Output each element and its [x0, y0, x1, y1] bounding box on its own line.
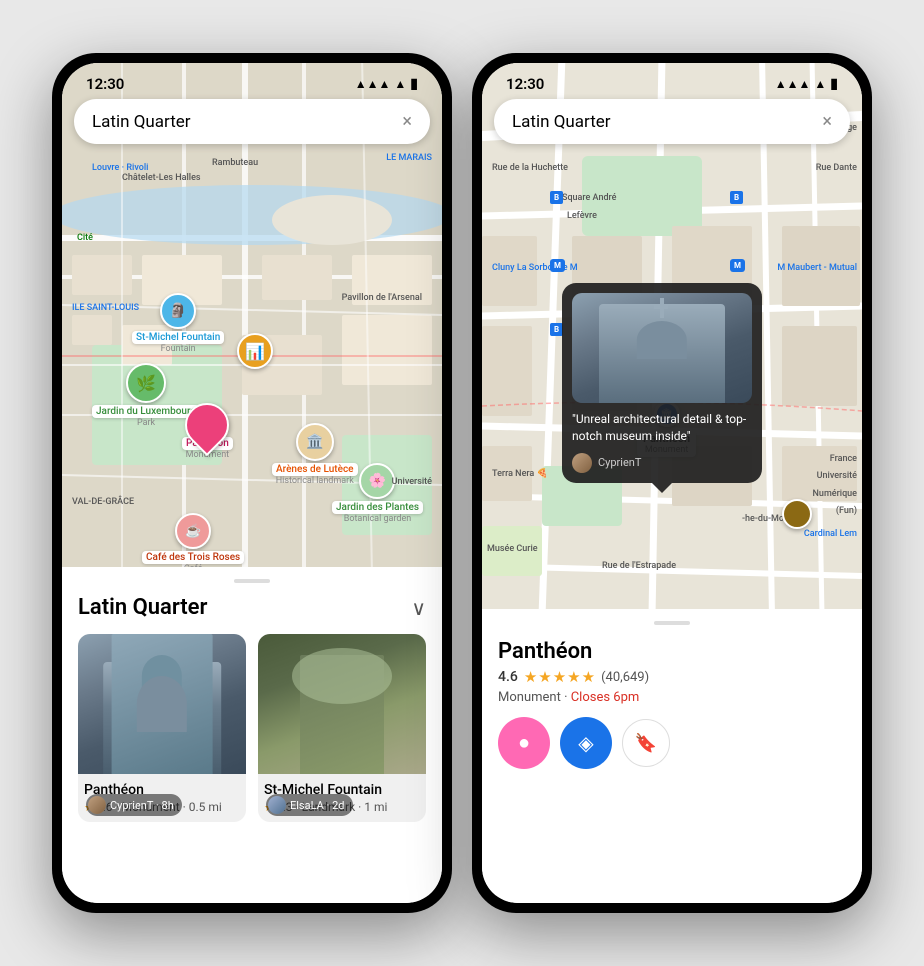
- sheet-title: Latin Quarter: [78, 595, 207, 620]
- panel-actions: ● ◈ 🔖: [498, 717, 846, 769]
- wifi-icon-2: ▲: [814, 77, 826, 91]
- status-bar-2: 12:30 ▲▲▲ ▲ ▮: [482, 63, 862, 97]
- bottom-sheet-1: Latin Quarter ∨: [62, 567, 442, 903]
- pin-jardin-plantes[interactable]: 🌸 Jardin des Plantes Botanical garden: [332, 463, 423, 524]
- card-fountain[interactable]: ElsaLA · 2d St-Michel Fountain ★ 4.3 · L…: [258, 634, 426, 822]
- action-btn-pink[interactable]: ●: [498, 717, 550, 769]
- pin-cafe-sub: Café: [184, 564, 203, 567]
- star-4: ★: [567, 668, 580, 686]
- phone-1-map[interactable]: 12:30 ▲▲▲ ▲ ▮ Latin Quarter × Louvre · R…: [62, 63, 442, 567]
- bus-2: B: [730, 191, 743, 204]
- phones-container: 12:30 ▲▲▲ ▲ ▮ Latin Quarter × Louvre · R…: [32, 33, 892, 933]
- time-1: 12:30: [86, 75, 124, 93]
- bus-1: B: [550, 191, 563, 204]
- card-user-cyprien: CyprienT · 8h: [110, 799, 174, 812]
- metro-maubert: M: [730, 259, 745, 272]
- star-3: ★: [553, 668, 566, 686]
- bottom-panel-2: Panthéon 4.6 ★ ★ ★ ★ ★ (40,649) Monument…: [482, 609, 862, 903]
- pin-pantheon[interactable]: Panthéon Monument: [182, 403, 233, 460]
- callout-user: CyprienT: [572, 453, 752, 473]
- status-bar-1: 12:30 ▲▲▲ ▲ ▮: [62, 63, 442, 97]
- search-query-2: Latin Quarter: [512, 112, 611, 132]
- stars-row: ★ ★ ★ ★ ★: [524, 668, 595, 686]
- callout-card[interactable]: "Unreal architectural detail & top-notch…: [562, 283, 762, 483]
- card-avatar-elsa: [268, 796, 286, 814]
- card-pantheon-user-badge: CyprienT · 8h: [86, 794, 182, 816]
- time-2: 12:30: [506, 75, 544, 93]
- panel-rating-value: 4.6: [498, 669, 518, 685]
- panel-meta: Monument · Closes 6pm: [498, 690, 846, 705]
- callout-img: [572, 293, 752, 403]
- search-bar-2[interactable]: Latin Quarter ×: [494, 99, 850, 144]
- pin-st-michel[interactable]: 🗿 St-Michel Fountain Fountain: [132, 293, 224, 354]
- phone-2: 12:30 ▲▲▲ ▲ ▮ Latin Quarter × Rue de la …: [472, 53, 872, 913]
- pin-jardin-sub: Park: [137, 418, 155, 428]
- battery-icon-1: ▮: [410, 76, 418, 92]
- card-avatar-cyprien: [88, 796, 106, 814]
- pin-st-michel-label: St-Michel Fountain: [132, 331, 224, 344]
- pin-cafe[interactable]: ☕ Café des Trois Roses Café: [142, 513, 244, 567]
- signal-icon-2: ▲▲▲: [775, 77, 811, 91]
- cardinal-marker[interactable]: [782, 499, 812, 529]
- sheet-chevron[interactable]: ∨: [411, 596, 426, 620]
- phone-2-inner: 12:30 ▲▲▲ ▲ ▮ Latin Quarter × Rue de la …: [482, 63, 862, 903]
- pink-btn-icon: ●: [518, 732, 530, 755]
- panel-handle: [654, 621, 690, 625]
- search-query-1: Latin Quarter: [92, 112, 191, 132]
- callout-avatar: [572, 453, 592, 473]
- card-pantheon-img: [78, 634, 246, 774]
- sheet-handle-1: [234, 579, 270, 583]
- panel-rating-row: 4.6 ★ ★ ★ ★ ★ (40,649): [498, 668, 846, 686]
- phone-1: 12:30 ▲▲▲ ▲ ▮ Latin Quarter × Louvre · R…: [52, 53, 452, 913]
- panel-reviews: (40,649): [601, 670, 649, 685]
- panel-place-name: Panthéon: [498, 639, 846, 664]
- panel-type: Monument: [498, 690, 561, 705]
- signal-icon-1: ▲▲▲: [355, 77, 391, 91]
- card-user-elsa: ElsaLA · 2d: [290, 799, 345, 812]
- card-fountain-user-badge: ElsaLA · 2d: [266, 794, 353, 816]
- card-fountain-img: [258, 634, 426, 774]
- callout-username: CyprienT: [598, 456, 641, 469]
- sheet-title-row: Latin Quarter ∨: [78, 595, 426, 620]
- card-pantheon[interactable]: CyprienT · 8h Panthéon ★ 4.6 · Monument …: [78, 634, 246, 822]
- panel-closes: Closes 6pm: [571, 690, 640, 705]
- star-1: ★: [524, 668, 537, 686]
- callout-arrow: [652, 483, 672, 493]
- phone-2-map[interactable]: 12:30 ▲▲▲ ▲ ▮ Latin Quarter × Rue de la …: [482, 63, 862, 609]
- star-5: ★: [582, 668, 595, 686]
- data-badge[interactable]: 📊: [237, 333, 273, 369]
- pin-cafe-label: Café des Trois Roses: [142, 551, 244, 564]
- status-icons-1: ▲▲▲ ▲ ▮: [355, 76, 418, 92]
- status-icons-2: ▲▲▲ ▲ ▮: [775, 76, 838, 92]
- directions-icon: ◈: [578, 731, 593, 756]
- pin-plantes-sub: Botanical garden: [344, 514, 412, 524]
- pin-plantes-label: Jardin des Plantes: [332, 501, 423, 514]
- star-2: ★: [538, 668, 551, 686]
- metro-cluny: M: [550, 259, 565, 272]
- save-icon: 🔖: [635, 733, 657, 754]
- cards-row: CyprienT · 8h Panthéon ★ 4.6 · Monument …: [78, 634, 426, 822]
- phone-1-inner: 12:30 ▲▲▲ ▲ ▮ Latin Quarter × Louvre · R…: [62, 63, 442, 903]
- action-btn-directions[interactable]: ◈: [560, 717, 612, 769]
- action-btn-save[interactable]: 🔖: [622, 719, 670, 767]
- search-close-1[interactable]: ×: [402, 111, 412, 132]
- battery-icon-2: ▮: [830, 76, 838, 92]
- search-bar-1[interactable]: Latin Quarter ×: [74, 99, 430, 144]
- callout-quote: "Unreal architectural detail & top-notch…: [572, 411, 752, 445]
- wifi-icon-1: ▲: [394, 77, 406, 91]
- pin-st-michel-sub: Fountain: [161, 344, 196, 354]
- search-close-2[interactable]: ×: [822, 111, 832, 132]
